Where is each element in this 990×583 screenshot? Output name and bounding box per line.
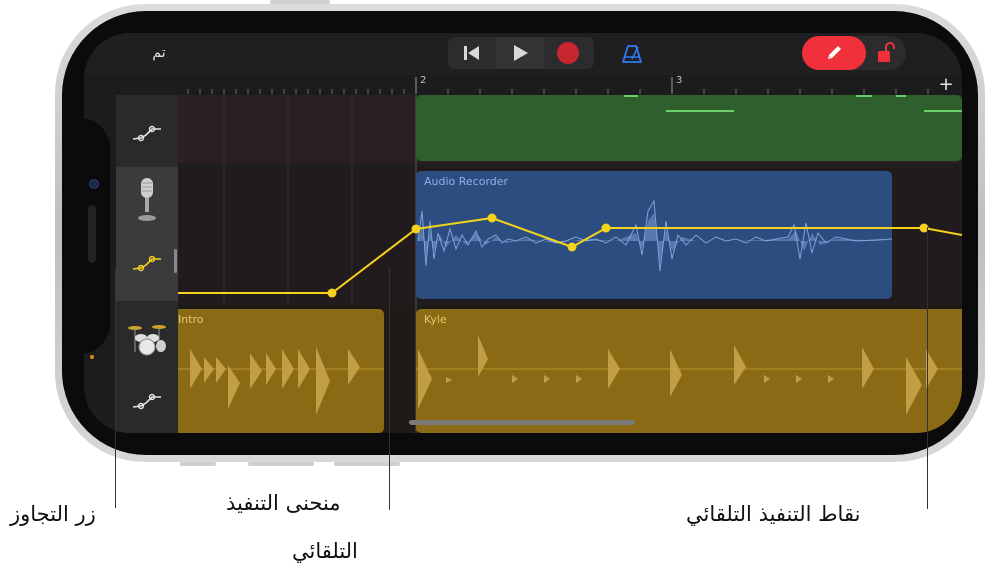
- automation-icon[interactable]: [116, 243, 178, 283]
- pencil-icon[interactable]: [802, 36, 866, 70]
- unlocked-icon[interactable]: [870, 36, 902, 70]
- automation-icon[interactable]: [116, 381, 178, 421]
- bar-label: 3: [676, 75, 683, 86]
- callout-line: [389, 268, 390, 510]
- automation-point[interactable]: [487, 213, 497, 223]
- callout-automation-points: نقاط التنفيذ التلقائي: [686, 502, 861, 526]
- control-bar: تم: [84, 33, 962, 75]
- drum-kit-icon[interactable]: [116, 315, 178, 363]
- skip-back-icon[interactable]: [448, 37, 496, 69]
- automation-icon[interactable]: [116, 113, 178, 153]
- tracks-area[interactable]: Audio Recorder Intro Kyle: [178, 95, 962, 433]
- callout-automation-curve: منحنى التنفيذ: [226, 491, 341, 515]
- done-button[interactable]: تم: [144, 41, 174, 65]
- automation-point[interactable]: [567, 242, 577, 252]
- callout-line: [115, 268, 116, 508]
- phone-volume-button: [248, 462, 314, 466]
- metronome-icon[interactable]: [617, 39, 647, 69]
- bar-label: 2: [420, 75, 427, 86]
- automation-point[interactable]: [327, 288, 337, 298]
- horizontal-scrollbar[interactable]: [409, 420, 635, 425]
- play-icon[interactable]: [496, 37, 544, 69]
- record-icon[interactable]: [544, 37, 592, 69]
- callout-automation-curve: التلقائي: [292, 539, 358, 563]
- add-section-button[interactable]: +: [936, 75, 956, 95]
- timeline-ruler[interactable]: 2 3: [178, 75, 962, 96]
- automation-edit-group: [802, 36, 906, 70]
- track-headers: [116, 95, 178, 433]
- front-camera-icon: [89, 179, 99, 189]
- phone-volume-button: [180, 462, 216, 466]
- automation-point[interactable]: [601, 223, 611, 233]
- microphone-icon[interactable]: [116, 171, 178, 229]
- app-screen: تم 2 3 + Audio Recorder Intro Kyle: [84, 33, 962, 433]
- automation-point[interactable]: [411, 224, 421, 234]
- orange-indicator: [90, 355, 94, 359]
- automation-curve[interactable]: [178, 95, 962, 433]
- callout-bypass-button: زر التجاوز: [10, 502, 96, 526]
- speaker-grille: [88, 205, 96, 263]
- phone-volume-button: [334, 462, 400, 466]
- callout-line: [927, 227, 928, 509]
- resize-handle[interactable]: [174, 249, 177, 273]
- transport-controls: [448, 37, 594, 69]
- phone-notch: [62, 118, 110, 354]
